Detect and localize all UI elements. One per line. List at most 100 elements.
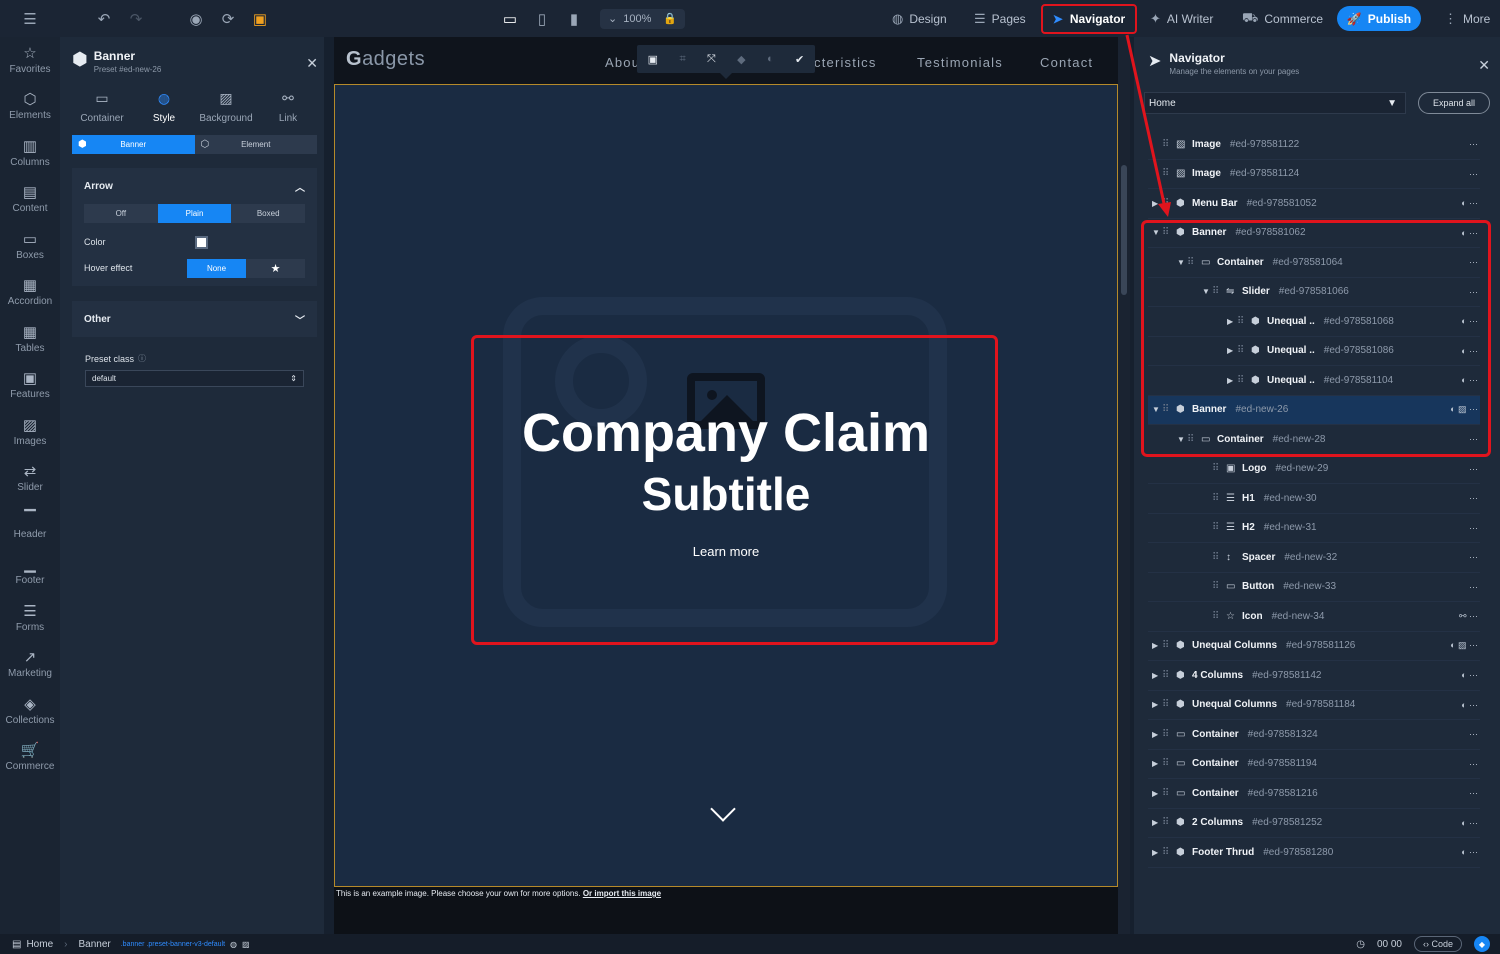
crop-icon[interactable]: ⌗ — [679, 53, 685, 66]
expand-caret-icon[interactable]: ▶ — [1152, 671, 1162, 680]
help-icon[interactable]: ⓘ — [138, 353, 146, 364]
tree-row[interactable]: ⠿ ☰ H1 #ed-new-30 ··· — [1148, 484, 1480, 514]
drag-handle-icon[interactable]: ⠿ — [1212, 611, 1226, 622]
expand-caret-icon[interactable]: ▶ — [1152, 848, 1162, 857]
import-image-link[interactable]: Or import this image — [583, 889, 661, 898]
site-menu-bar[interactable]: Gadgets Abou cteristics Testimonials Con… — [334, 37, 1118, 84]
tab-container[interactable]: ▭ Container — [72, 90, 132, 124]
drag-handle-icon[interactable]: ⠿ — [1162, 670, 1176, 681]
code-button[interactable]: ‹› Code — [1413, 936, 1462, 952]
drag-handle-icon[interactable]: ⠿ — [1212, 522, 1226, 533]
nav-link-contact[interactable]: Contact — [1040, 55, 1093, 70]
tree-row[interactable]: ▶ ⠿ ⬢ 2 Columns #ed-978581252 ◐ ··· — [1148, 809, 1480, 838]
arrow-boxed-button[interactable]: Boxed — [231, 204, 306, 223]
target-element-button[interactable]: ⬡ Element — [194, 135, 317, 154]
rail-item-elements[interactable]: ⬡ Elements — [0, 84, 60, 131]
check-icon[interactable]: ✔ — [795, 53, 804, 66]
row-actions-icon[interactable]: ··· — [1469, 759, 1478, 769]
hover-star-icon[interactable]: ★ — [246, 258, 305, 278]
hamburger-menu-icon[interactable]: ☰ — [14, 0, 46, 37]
row-actions-icon[interactable]: ◐ ▨ ··· — [1450, 640, 1478, 651]
tree-row[interactable]: ▶ ⠿ ▭ Container #ed-978581324 ··· — [1148, 720, 1480, 750]
tree-row[interactable]: ⠿ ☆ Icon #ed-new-34 ⚯ ··· — [1148, 602, 1480, 632]
row-actions-icon[interactable]: ◐ ··· — [1461, 700, 1478, 710]
tree-row[interactable]: ▶ ⠿ ▭ Container #ed-978581216 ··· — [1148, 779, 1480, 809]
rail-item-commerce[interactable]: 🛒 Commerce — [0, 735, 60, 782]
rail-item-marketing[interactable]: ↗ Marketing — [0, 642, 60, 689]
row-actions-icon[interactable]: ··· — [1469, 788, 1478, 798]
row-actions-icon[interactable]: ··· — [1469, 729, 1478, 739]
drag-handle-icon[interactable]: ⠿ — [1162, 817, 1176, 828]
banner-h2[interactable]: Subtitle — [334, 467, 1118, 521]
site-logo[interactable]: Gadgets — [346, 48, 425, 71]
mobile-view-icon[interactable]: ▮ — [558, 0, 590, 37]
rail-item-images[interactable]: ▨ Images — [0, 409, 60, 456]
drag-handle-icon[interactable]: ⠿ — [1162, 788, 1176, 799]
contrast-icon[interactable]: ◐ — [767, 53, 774, 65]
row-actions-icon[interactable]: ··· — [1469, 139, 1478, 149]
row-actions-icon[interactable]: ⚯ ··· — [1459, 611, 1478, 622]
arrow-off-button[interactable]: Off — [84, 204, 158, 223]
row-actions-icon[interactable]: ◐ ··· — [1461, 847, 1478, 857]
drag-handle-icon[interactable]: ⠿ — [1162, 168, 1176, 179]
expand-caret-icon[interactable]: ▶ — [1152, 700, 1162, 709]
row-actions-icon[interactable]: ··· — [1469, 493, 1478, 503]
rail-item-content[interactable]: ▤ Content — [0, 177, 60, 224]
drag-handle-icon[interactable]: ⠿ — [1162, 847, 1176, 858]
nav-link-characteristics[interactable]: cteristics — [814, 55, 877, 70]
rail-item-columns[interactable]: ▥ Columns — [0, 130, 60, 177]
nav-link-testimonials[interactable]: Testimonials — [917, 55, 1003, 70]
drag-handle-icon[interactable]: ⠿ — [1162, 758, 1176, 769]
close-icon[interactable]: ✕ — [1478, 57, 1490, 74]
drag-handle-icon[interactable]: ⠿ — [1212, 463, 1226, 474]
rail-item-slider[interactable]: ⇄ Slider — [0, 456, 60, 503]
tree-row[interactable]: ▶ ⠿ ⬢ Unequal Columns #ed-978581126 ◐ ▨ ··· — [1148, 632, 1480, 661]
banner-h1[interactable]: Company Claim — [334, 403, 1118, 463]
design-button[interactable]: ◍ Design — [882, 0, 957, 37]
tree-row[interactable]: ⠿ ▨ Image #ed-978581122 ··· — [1148, 130, 1480, 160]
expand-caret-icon[interactable]: ▶ — [1152, 641, 1162, 650]
row-actions-icon[interactable]: ··· — [1469, 464, 1478, 474]
pages-button[interactable]: ☰ Pages — [964, 0, 1036, 37]
save-icon[interactable]: ▣ — [244, 0, 276, 37]
drag-handle-icon[interactable]: ⠿ — [1162, 139, 1176, 150]
row-actions-icon[interactable]: ··· — [1469, 552, 1478, 562]
tab-style[interactable]: ◍ Style — [134, 90, 194, 124]
expand-caret-icon[interactable]: ▶ — [1152, 818, 1162, 827]
tree-row[interactable]: ⠿ ▣ Logo #ed-new-29 ··· — [1148, 455, 1480, 484]
rail-item-favorites[interactable]: ☆ Favorites — [0, 37, 60, 84]
drag-handle-icon[interactable]: ⠿ — [1162, 198, 1176, 209]
learn-more-button[interactable]: Learn more — [334, 544, 1118, 559]
page-select[interactable]: Home ▼ — [1144, 92, 1406, 114]
scrollbar-thumb[interactable] — [1121, 165, 1127, 295]
more-button[interactable]: ⋮ More — [1434, 0, 1500, 37]
redo-icon[interactable]: ↷ — [120, 0, 152, 37]
row-actions-icon[interactable]: ◐ ··· — [1461, 670, 1478, 680]
refresh-icon[interactable]: ⟳ — [212, 0, 244, 37]
breadcrumb-home[interactable]: Home — [26, 939, 53, 950]
tree-row[interactable]: ⠿ ▨ Image #ed-978581124 ··· — [1148, 160, 1480, 189]
expand-caret-icon[interactable]: ▶ — [1152, 730, 1162, 739]
publish-button[interactable]: 🚀 Publish — [1337, 6, 1421, 31]
rail-item-header[interactable]: ▔ Header — [0, 502, 60, 549]
arrow-section-header[interactable]: Arrow ︿ — [72, 168, 317, 204]
expand-caret-icon[interactable]: ▶ — [1152, 789, 1162, 798]
row-actions-icon[interactable]: ··· — [1469, 523, 1478, 533]
arrow-plain-button[interactable]: Plain — [157, 204, 232, 223]
rail-item-tables[interactable]: ▦ Tables — [0, 316, 60, 363]
close-icon[interactable]: ✕ — [306, 55, 318, 72]
preset-class-select[interactable]: default ⇕ — [85, 370, 304, 387]
rail-item-collections[interactable]: ◈ Collections — [0, 688, 60, 735]
tree-row[interactable]: ▶ ⠿ ⬢ Footer Thrud #ed-978581280 ◐ ··· — [1148, 838, 1480, 868]
undo-icon[interactable]: ↶ — [88, 0, 120, 37]
rail-item-footer[interactable]: ▁ Footer — [0, 549, 60, 596]
expand-caret-icon[interactable]: ▶ — [1152, 759, 1162, 768]
row-actions-icon[interactable]: ··· — [1469, 582, 1478, 592]
tree-row[interactable]: ⠿ ▭ Button #ed-new-33 ··· — [1148, 573, 1480, 602]
nav-link-about[interactable]: Abou — [605, 55, 640, 70]
tree-row[interactable]: ▶ ⠿ ⬢ 4 Columns #ed-978581142 ◐ ··· — [1148, 661, 1480, 691]
rail-item-accordion[interactable]: ▦ Accordion — [0, 270, 60, 317]
tree-row[interactable]: ▶ ⠿ ⬢ Menu Bar #ed-978581052 ◐ ··· — [1148, 189, 1480, 219]
row-actions-icon[interactable]: ◐ ··· — [1461, 818, 1478, 828]
expand-icon[interactable]: ⤧ — [707, 53, 716, 66]
